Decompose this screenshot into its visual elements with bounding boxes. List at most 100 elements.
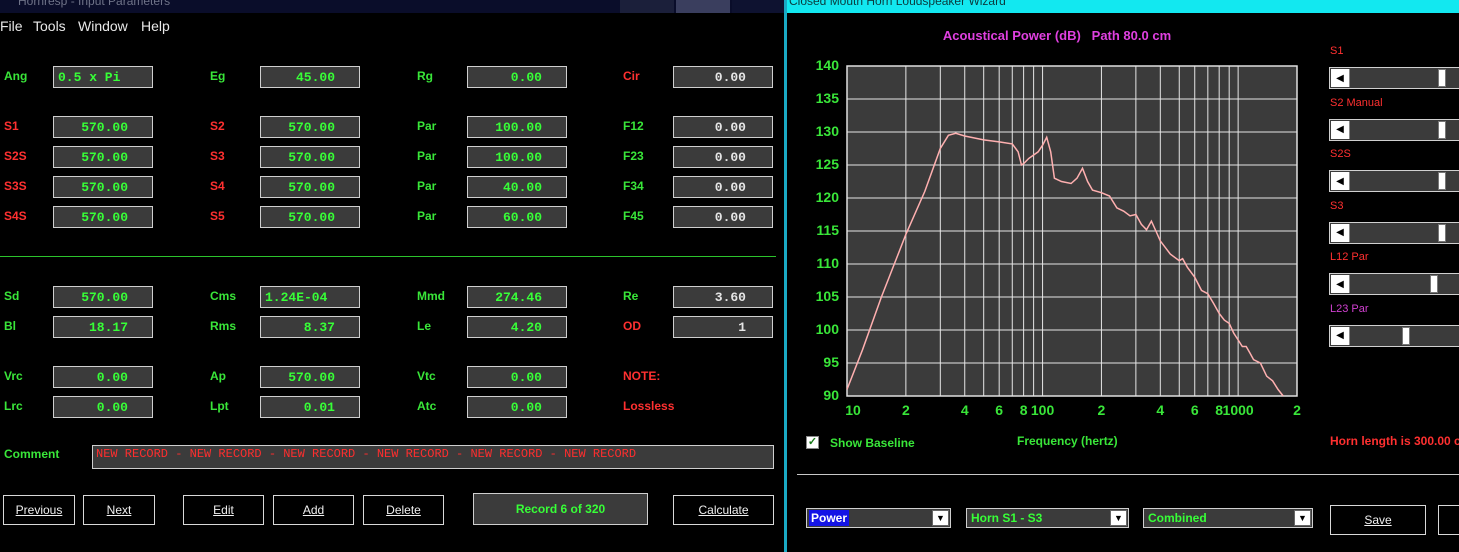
param-field[interactable]: 1 [673,316,773,338]
param-field[interactable]: 274.46 [467,286,567,308]
plot-type-dropdown[interactable]: Power ▼ [806,508,951,528]
menu-help[interactable]: Help [141,18,170,34]
param-field[interactable]: 60.00 [467,206,567,228]
combined-dropdown[interactable]: Combined ▼ [1143,508,1313,528]
param-label: Ang [4,69,28,83]
y-tick-label: 130 [815,123,839,139]
slider-left-arrow-icon[interactable]: ◀ [1331,223,1350,242]
edit-button[interactable]: Edit [183,495,264,525]
param-field[interactable]: 570.00 [260,116,360,138]
save-button[interactable]: Save [1330,505,1426,535]
slider-left-arrow-icon[interactable]: ◀ [1331,69,1350,87]
param-field[interactable]: 3.60 [673,286,773,308]
param-label: F23 [623,149,644,163]
slider-left-arrow-icon[interactable]: ◀ [1331,275,1350,293]
next-button[interactable]: Next [83,495,155,525]
param-field[interactable]: 0.00 [467,396,567,418]
x-tick-label: 6 [995,402,1004,418]
chevron-down-icon[interactable]: ▼ [932,510,949,526]
maximize-button[interactable] [676,0,730,13]
parameter-slider[interactable]: ◀ [1329,67,1459,89]
param-field[interactable]: 0.01 [260,396,360,418]
param-field[interactable]: 40.00 [467,176,567,198]
left-title-bar[interactable]: Hornresp - Input Parameters [0,0,784,13]
slider-thumb[interactable] [1438,223,1446,242]
param-label: S2 [210,119,225,133]
param-field[interactable]: 0.00 [673,66,773,88]
y-tick-label: 100 [815,321,839,337]
param-field[interactable]: 570.00 [260,366,360,388]
check-icon: ✓ [807,436,818,448]
param-field[interactable]: 0.00 [673,176,773,198]
param-field[interactable]: 0.00 [673,146,773,168]
menu-window[interactable]: Window [78,18,128,34]
param-field[interactable]: 0.00 [673,206,773,228]
param-field[interactable]: 570.00 [53,206,153,228]
add-button[interactable]: Add [273,495,354,525]
param-field[interactable]: 570.00 [260,176,360,198]
param-label: OD [623,319,641,333]
y-tick-label: 125 [815,156,839,172]
y-tick-label: 95 [823,354,839,370]
param-field[interactable]: 0.00 [53,396,153,418]
param-label: Cir [623,69,640,83]
slider-left-arrow-icon[interactable]: ◀ [1331,172,1350,190]
param-field[interactable]: 18.17 [53,316,153,338]
param-field[interactable]: 570.00 [53,116,153,138]
horn-section-dropdown[interactable]: Horn S1 - S3 ▼ [966,508,1129,528]
param-field[interactable]: 570.00 [260,146,360,168]
param-label: Mmd [417,289,445,303]
parameter-slider[interactable]: ◀ [1329,118,1459,141]
param-label: Rms [210,319,237,333]
param-field[interactable]: 570.00 [53,176,153,198]
x-tick-label: 4 [960,402,969,418]
param-field[interactable]: 570.00 [53,146,153,168]
previous-button[interactable]: Previous [3,495,75,525]
delete-button[interactable]: Delete [363,495,444,525]
chevron-down-icon[interactable]: ▼ [1110,510,1127,526]
param-field[interactable]: 0.00 [467,366,567,388]
param-field[interactable]: 570.00 [53,286,153,308]
param-field[interactable]: 8.37 [260,316,360,338]
show-baseline-checkbox[interactable]: ✓ [806,436,819,449]
slider-thumb[interactable] [1438,120,1446,139]
param-field[interactable]: 100.00 [467,146,567,168]
slider-thumb[interactable] [1430,275,1438,293]
parameter-slider[interactable]: ◀ [1329,273,1459,295]
param-field[interactable]: 0.00 [467,66,567,88]
minimize-button[interactable] [620,0,674,13]
slider-thumb[interactable] [1438,69,1446,87]
slider-thumb[interactable] [1438,172,1446,190]
parameter-slider[interactable]: ◀ [1329,324,1459,347]
record-status: Record 6 of 320 [473,493,648,525]
close-button[interactable] [732,0,784,13]
comment-field[interactable]: NEW RECORD - NEW RECORD - NEW RECORD - N… [92,445,774,469]
slider-thumb[interactable] [1402,326,1410,345]
chevron-down-icon[interactable]: ▼ [1294,510,1311,526]
param-field[interactable]: 0.5 x Pi [53,66,153,88]
x-tick-label: 4 [1156,402,1165,418]
param-label: S1 [4,119,19,133]
param-field[interactable]: 4.20 [467,316,567,338]
param-field[interactable]: 45.00 [260,66,360,88]
param-label: F12 [623,119,644,133]
next-panel-button[interactable] [1438,505,1459,535]
bottom-divider [797,474,1459,475]
param-field[interactable]: 0.00 [53,366,153,388]
menu-tools[interactable]: Tools [33,18,66,34]
param-label: Cms [210,289,237,303]
param-label: Re [623,289,639,303]
calculate-button[interactable]: Calculate [673,495,774,525]
param-field[interactable]: 570.00 [260,206,360,228]
parameter-slider[interactable]: ◀ [1329,170,1459,192]
slider-left-arrow-icon[interactable]: ◀ [1331,326,1350,345]
slider-left-arrow-icon[interactable]: ◀ [1331,120,1350,139]
right-title-bar[interactable]: Closed Mouth Horn Loudspeaker Wizard [787,0,1459,13]
param-field[interactable]: 0.00 [673,116,773,138]
show-baseline-label[interactable]: Show Baseline [830,436,915,450]
parameter-slider[interactable]: ◀ [1329,221,1459,244]
param-field[interactable]: 1.24E-04 [260,286,360,308]
menu-file[interactable]: File [0,18,23,34]
param-label: S5 [210,209,225,223]
param-field[interactable]: 100.00 [467,116,567,138]
